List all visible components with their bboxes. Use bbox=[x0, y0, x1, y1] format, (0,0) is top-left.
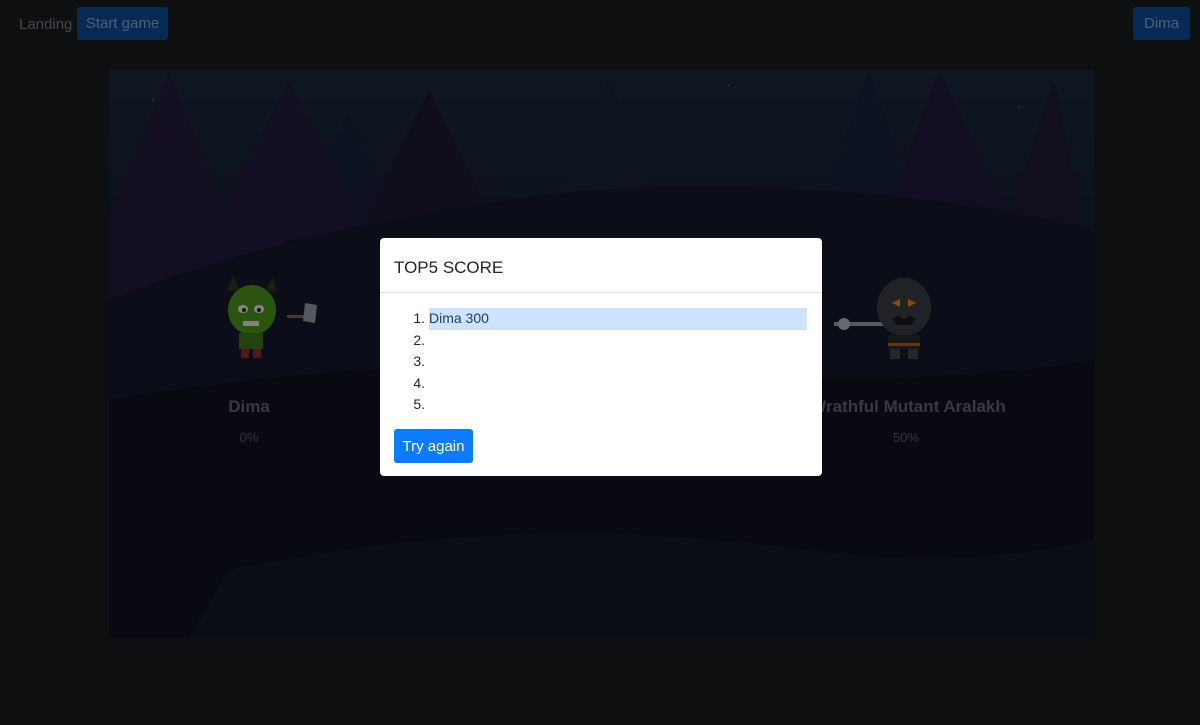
modal-header: TOP5 SCORE bbox=[380, 238, 822, 293]
player-health: 0% bbox=[239, 430, 259, 445]
score-rank: 1. bbox=[413, 310, 425, 326]
score-rank: 4. bbox=[413, 374, 425, 391]
try-again-button[interactable]: Try again bbox=[394, 429, 473, 463]
score-list: 1. Dima 300 2. 3. 4. 5. bbox=[394, 308, 808, 416]
modal-title: TOP5 SCORE bbox=[394, 258, 504, 277]
score-entry: Dima 300 bbox=[429, 308, 807, 330]
score-rank: 5. bbox=[413, 396, 425, 412]
score-rank: 3. bbox=[413, 353, 425, 369]
start-game-button[interactable]: Start game bbox=[77, 7, 168, 40]
score-item: 3. bbox=[394, 351, 808, 373]
enemy-health: 50% bbox=[892, 430, 920, 445]
score-item: 2. bbox=[394, 330, 808, 352]
score-item: 4. bbox=[394, 373, 808, 395]
player-character bbox=[227, 275, 317, 358]
score-rank: 2. bbox=[413, 331, 425, 348]
top-navbar: Landing Start game Dima bbox=[0, 0, 1200, 48]
score-modal: TOP5 SCORE 1. Dima 300 2. 3. 4. 5. Try a… bbox=[380, 238, 822, 476]
player-name: Dima bbox=[228, 397, 270, 416]
enemy-character bbox=[834, 278, 931, 359]
score-item: 5. bbox=[394, 394, 808, 416]
landing-link[interactable]: Landing bbox=[19, 16, 72, 33]
user-button[interactable]: Dima bbox=[1133, 7, 1190, 40]
score-item: 1. Dima 300 bbox=[394, 308, 808, 330]
enemy-name: Wrathful Mutant Aralakh bbox=[810, 397, 1006, 416]
